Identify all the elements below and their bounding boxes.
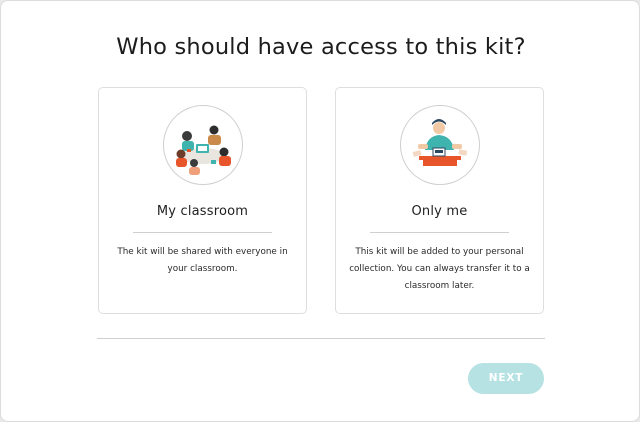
option-divider (133, 232, 272, 233)
only-me-illustration-icon (400, 105, 480, 185)
classroom-illustration-icon (163, 105, 243, 185)
option-card-my-classroom[interactable]: My classroom The kit will be shared with… (98, 87, 307, 314)
dialog-title: Who should have access to this kit? (116, 34, 526, 60)
option-card-only-me[interactable]: Only me This kit will be added to your p… (335, 87, 544, 314)
option-title: My classroom (156, 204, 249, 219)
next-button[interactable]: NEXT (468, 363, 544, 394)
option-title: Only me (411, 204, 468, 219)
option-description: This kit will be added to your personal … (349, 247, 530, 291)
footer-divider (97, 338, 545, 339)
access-dialog: Who should have access to this kit? My c… (0, 0, 640, 422)
option-description: The kit will be shared with everyone in … (117, 247, 288, 274)
option-divider (370, 232, 509, 233)
